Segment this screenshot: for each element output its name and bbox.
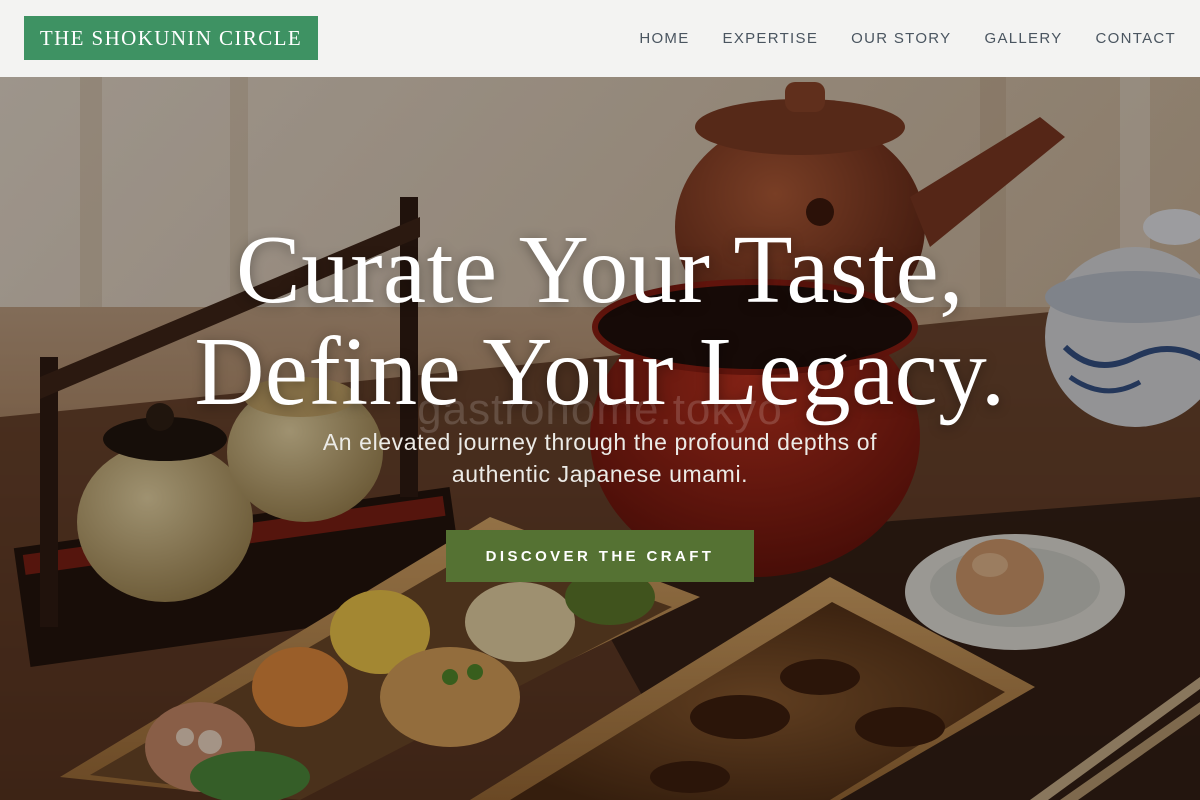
hero-subtitle-line-1: An elevated journey through the profound… (322, 429, 878, 455)
main-nav: HOME EXPERTISE OUR STORY GALLERY CONTACT (639, 0, 1176, 77)
nav-gallery[interactable]: GALLERY (984, 30, 1062, 47)
site-logo[interactable]: THE SHOKUNIN CIRCLE (24, 16, 318, 60)
discover-the-craft-button[interactable]: DISCOVER THE CRAFT (446, 530, 754, 582)
site-header: THE SHOKUNIN CIRCLE HOME EXPERTISE OUR S… (0, 0, 1200, 77)
hero-section: gastronome.tokyo Curate Your Taste, Defi… (0, 77, 1200, 800)
hero-subtitle: An elevated journey through the profound… (0, 426, 1200, 490)
nav-our-story[interactable]: OUR STORY (851, 30, 951, 47)
hero-subtitle-line-2: authentic Japanese umami. (451, 461, 749, 487)
nav-expertise[interactable]: EXPERTISE (723, 30, 819, 47)
hero-title-line-2: Define Your Legacy. (194, 318, 1006, 425)
hero-title-line-1: Curate Your Taste, (236, 216, 964, 323)
nav-contact[interactable]: CONTACT (1096, 30, 1176, 47)
hero-title: Curate Your Taste, Define Your Legacy. (0, 219, 1200, 423)
nav-home[interactable]: HOME (639, 30, 689, 47)
